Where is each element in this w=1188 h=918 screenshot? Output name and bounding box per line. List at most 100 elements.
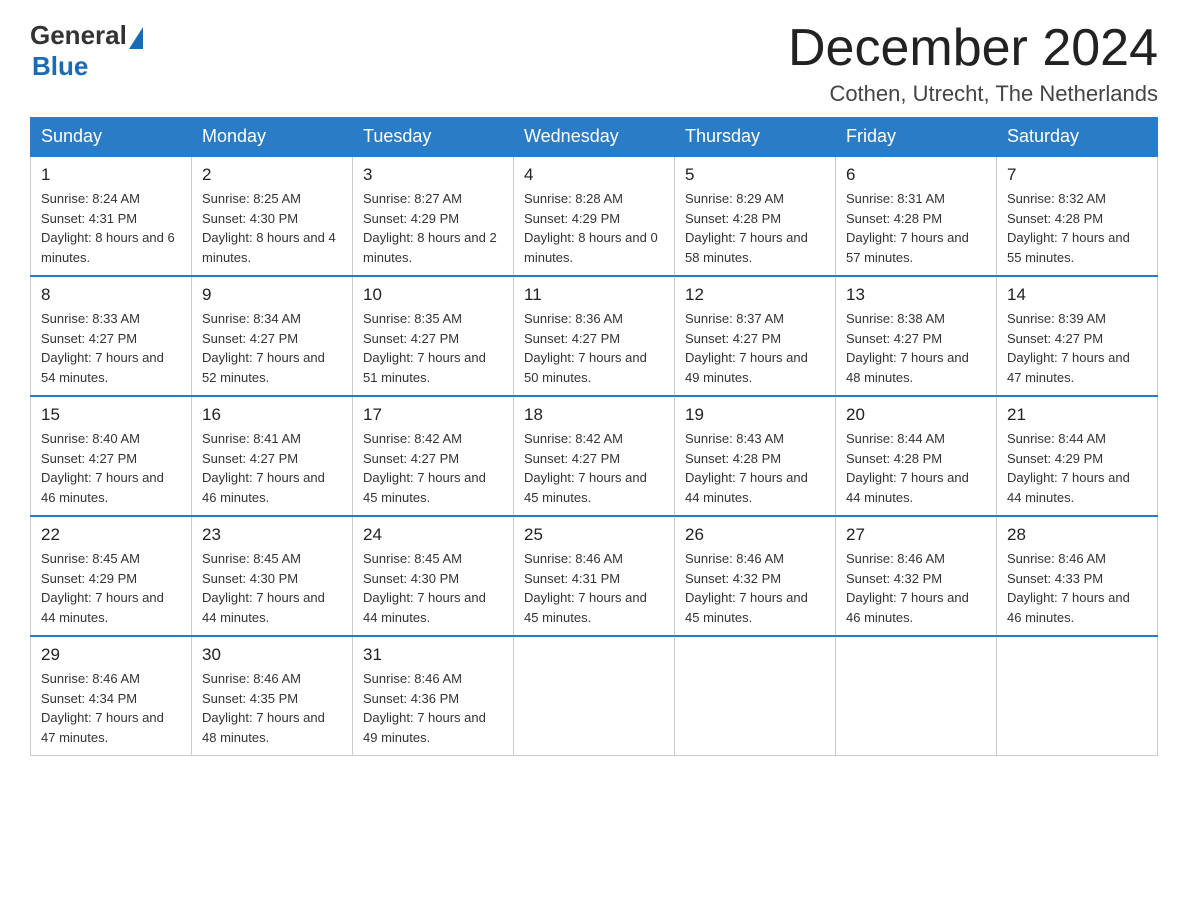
sunrise-label: Sunrise: 8:45 AM bbox=[41, 551, 140, 566]
calendar-day-21: 21 Sunrise: 8:44 AM Sunset: 4:29 PM Dayl… bbox=[997, 396, 1158, 516]
daylight-label: Daylight: 7 hours and 45 minutes. bbox=[524, 470, 647, 505]
sunrise-label: Sunrise: 8:46 AM bbox=[202, 671, 301, 686]
daylight-label: Daylight: 7 hours and 58 minutes. bbox=[685, 230, 808, 265]
day-info: Sunrise: 8:41 AM Sunset: 4:27 PM Dayligh… bbox=[202, 429, 342, 507]
sunset-label: Sunset: 4:29 PM bbox=[363, 211, 459, 226]
sunrise-label: Sunrise: 8:31 AM bbox=[846, 191, 945, 206]
day-number: 28 bbox=[1007, 525, 1147, 545]
calendar-table: Sunday Monday Tuesday Wednesday Thursday… bbox=[30, 117, 1158, 756]
daylight-label: Daylight: 7 hours and 46 minutes. bbox=[1007, 590, 1130, 625]
day-number: 5 bbox=[685, 165, 825, 185]
sunrise-label: Sunrise: 8:42 AM bbox=[363, 431, 462, 446]
day-number: 29 bbox=[41, 645, 181, 665]
day-number: 30 bbox=[202, 645, 342, 665]
day-number: 4 bbox=[524, 165, 664, 185]
day-info: Sunrise: 8:44 AM Sunset: 4:28 PM Dayligh… bbox=[846, 429, 986, 507]
day-number: 10 bbox=[363, 285, 503, 305]
sunset-label: Sunset: 4:28 PM bbox=[846, 451, 942, 466]
col-monday: Monday bbox=[192, 118, 353, 157]
sunrise-label: Sunrise: 8:46 AM bbox=[524, 551, 623, 566]
month-year-title: December 2024 bbox=[788, 20, 1158, 77]
day-info: Sunrise: 8:34 AM Sunset: 4:27 PM Dayligh… bbox=[202, 309, 342, 387]
daylight-label: Daylight: 7 hours and 48 minutes. bbox=[202, 710, 325, 745]
calendar-day-18: 18 Sunrise: 8:42 AM Sunset: 4:27 PM Dayl… bbox=[514, 396, 675, 516]
calendar-day-2: 2 Sunrise: 8:25 AM Sunset: 4:30 PM Dayli… bbox=[192, 156, 353, 276]
calendar-day-20: 20 Sunrise: 8:44 AM Sunset: 4:28 PM Dayl… bbox=[836, 396, 997, 516]
day-info: Sunrise: 8:29 AM Sunset: 4:28 PM Dayligh… bbox=[685, 189, 825, 267]
calendar-day-29: 29 Sunrise: 8:46 AM Sunset: 4:34 PM Dayl… bbox=[31, 636, 192, 756]
calendar-day-22: 22 Sunrise: 8:45 AM Sunset: 4:29 PM Dayl… bbox=[31, 516, 192, 636]
sunset-label: Sunset: 4:27 PM bbox=[363, 331, 459, 346]
day-number: 20 bbox=[846, 405, 986, 425]
sunrise-label: Sunrise: 8:41 AM bbox=[202, 431, 301, 446]
sunrise-label: Sunrise: 8:39 AM bbox=[1007, 311, 1106, 326]
sunset-label: Sunset: 4:27 PM bbox=[524, 331, 620, 346]
calendar-day-5: 5 Sunrise: 8:29 AM Sunset: 4:28 PM Dayli… bbox=[675, 156, 836, 276]
calendar-week-5: 29 Sunrise: 8:46 AM Sunset: 4:34 PM Dayl… bbox=[31, 636, 1158, 756]
daylight-label: Daylight: 7 hours and 49 minutes. bbox=[685, 350, 808, 385]
empty-cell-w4-d3 bbox=[514, 636, 675, 756]
sunset-label: Sunset: 4:30 PM bbox=[202, 211, 298, 226]
sunrise-label: Sunrise: 8:46 AM bbox=[846, 551, 945, 566]
sunrise-label: Sunrise: 8:29 AM bbox=[685, 191, 784, 206]
day-number: 21 bbox=[1007, 405, 1147, 425]
daylight-label: Daylight: 7 hours and 49 minutes. bbox=[363, 710, 486, 745]
empty-cell-w4-d4 bbox=[675, 636, 836, 756]
daylight-label: Daylight: 7 hours and 44 minutes. bbox=[363, 590, 486, 625]
sunrise-label: Sunrise: 8:33 AM bbox=[41, 311, 140, 326]
daylight-label: Daylight: 7 hours and 54 minutes. bbox=[41, 350, 164, 385]
calendar-week-4: 22 Sunrise: 8:45 AM Sunset: 4:29 PM Dayl… bbox=[31, 516, 1158, 636]
day-number: 17 bbox=[363, 405, 503, 425]
calendar-header-row: Sunday Monday Tuesday Wednesday Thursday… bbox=[31, 118, 1158, 157]
day-number: 6 bbox=[846, 165, 986, 185]
day-info: Sunrise: 8:45 AM Sunset: 4:30 PM Dayligh… bbox=[202, 549, 342, 627]
daylight-label: Daylight: 7 hours and 44 minutes. bbox=[1007, 470, 1130, 505]
calendar-day-4: 4 Sunrise: 8:28 AM Sunset: 4:29 PM Dayli… bbox=[514, 156, 675, 276]
daylight-label: Daylight: 7 hours and 46 minutes. bbox=[41, 470, 164, 505]
sunrise-label: Sunrise: 8:37 AM bbox=[685, 311, 784, 326]
daylight-label: Daylight: 7 hours and 51 minutes. bbox=[363, 350, 486, 385]
sunrise-label: Sunrise: 8:44 AM bbox=[1007, 431, 1106, 446]
day-info: Sunrise: 8:37 AM Sunset: 4:27 PM Dayligh… bbox=[685, 309, 825, 387]
calendar-day-28: 28 Sunrise: 8:46 AM Sunset: 4:33 PM Dayl… bbox=[997, 516, 1158, 636]
page-header: General Blue December 2024 Cothen, Utrec… bbox=[30, 20, 1158, 107]
daylight-label: Daylight: 7 hours and 44 minutes. bbox=[202, 590, 325, 625]
daylight-label: Daylight: 7 hours and 47 minutes. bbox=[1007, 350, 1130, 385]
sunrise-label: Sunrise: 8:45 AM bbox=[202, 551, 301, 566]
day-info: Sunrise: 8:36 AM Sunset: 4:27 PM Dayligh… bbox=[524, 309, 664, 387]
day-number: 26 bbox=[685, 525, 825, 545]
day-info: Sunrise: 8:42 AM Sunset: 4:27 PM Dayligh… bbox=[524, 429, 664, 507]
calendar-day-17: 17 Sunrise: 8:42 AM Sunset: 4:27 PM Dayl… bbox=[353, 396, 514, 516]
logo: General Blue bbox=[30, 20, 143, 82]
sunset-label: Sunset: 4:36 PM bbox=[363, 691, 459, 706]
sunrise-label: Sunrise: 8:40 AM bbox=[41, 431, 140, 446]
sunset-label: Sunset: 4:30 PM bbox=[363, 571, 459, 586]
calendar-week-1: 1 Sunrise: 8:24 AM Sunset: 4:31 PM Dayli… bbox=[31, 156, 1158, 276]
calendar-day-14: 14 Sunrise: 8:39 AM Sunset: 4:27 PM Dayl… bbox=[997, 276, 1158, 396]
calendar-day-13: 13 Sunrise: 8:38 AM Sunset: 4:27 PM Dayl… bbox=[836, 276, 997, 396]
calendar-day-16: 16 Sunrise: 8:41 AM Sunset: 4:27 PM Dayl… bbox=[192, 396, 353, 516]
sunrise-label: Sunrise: 8:42 AM bbox=[524, 431, 623, 446]
day-number: 31 bbox=[363, 645, 503, 665]
sunrise-label: Sunrise: 8:35 AM bbox=[363, 311, 462, 326]
daylight-label: Daylight: 7 hours and 47 minutes. bbox=[41, 710, 164, 745]
daylight-label: Daylight: 7 hours and 45 minutes. bbox=[685, 590, 808, 625]
calendar-day-15: 15 Sunrise: 8:40 AM Sunset: 4:27 PM Dayl… bbox=[31, 396, 192, 516]
day-info: Sunrise: 8:24 AM Sunset: 4:31 PM Dayligh… bbox=[41, 189, 181, 267]
sunrise-label: Sunrise: 8:34 AM bbox=[202, 311, 301, 326]
sunset-label: Sunset: 4:32 PM bbox=[685, 571, 781, 586]
daylight-label: Daylight: 8 hours and 0 minutes. bbox=[524, 230, 658, 265]
sunrise-label: Sunrise: 8:45 AM bbox=[363, 551, 462, 566]
sunset-label: Sunset: 4:27 PM bbox=[685, 331, 781, 346]
day-info: Sunrise: 8:45 AM Sunset: 4:30 PM Dayligh… bbox=[363, 549, 503, 627]
calendar-day-9: 9 Sunrise: 8:34 AM Sunset: 4:27 PM Dayli… bbox=[192, 276, 353, 396]
sunrise-label: Sunrise: 8:32 AM bbox=[1007, 191, 1106, 206]
daylight-label: Daylight: 7 hours and 45 minutes. bbox=[363, 470, 486, 505]
sunrise-label: Sunrise: 8:44 AM bbox=[846, 431, 945, 446]
sunrise-label: Sunrise: 8:46 AM bbox=[685, 551, 784, 566]
sunset-label: Sunset: 4:27 PM bbox=[202, 451, 298, 466]
sunset-label: Sunset: 4:29 PM bbox=[1007, 451, 1103, 466]
sunset-label: Sunset: 4:31 PM bbox=[41, 211, 137, 226]
sunset-label: Sunset: 4:27 PM bbox=[41, 331, 137, 346]
sunset-label: Sunset: 4:27 PM bbox=[41, 451, 137, 466]
